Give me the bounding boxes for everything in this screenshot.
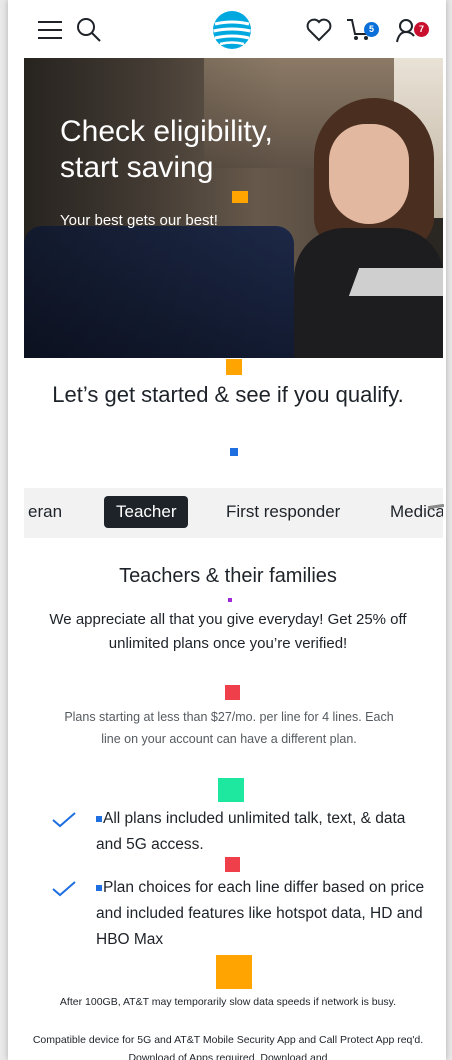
orange-marker <box>232 191 248 203</box>
feature-row: All plans included unlimited talk, text,… <box>52 806 432 858</box>
section-title: Teachers & their families <box>119 565 337 587</box>
feature-text: Plan choices for each line differ based … <box>96 879 425 948</box>
fine-print: Compatible device for 5G and AT&T Mobile… <box>32 1034 424 1060</box>
blue-marker <box>230 448 238 456</box>
feature-text: All plans included unlimited talk, text,… <box>96 810 406 853</box>
section-body: We appreciate all that you give everyday… <box>49 611 407 652</box>
tab-medical[interactable]: Medica <box>390 496 443 528</box>
account-notification-badge: 7 <box>414 22 429 37</box>
tab-first-responder[interactable]: First responder <box>226 496 340 528</box>
red-marker <box>225 857 240 872</box>
search-icon[interactable] <box>76 17 102 43</box>
hamburger-menu-icon[interactable] <box>38 20 62 40</box>
orange-marker <box>216 955 252 989</box>
tab-veteran[interactable]: eran <box>28 496 62 528</box>
att-globe-logo[interactable] <box>212 10 252 50</box>
blue-marker <box>96 815 102 822</box>
cart-count-badge: 5 <box>364 22 379 37</box>
red-marker <box>225 685 240 700</box>
heart-icon[interactable] <box>306 18 332 42</box>
hero-banner: Check eligibility, start saving Your bes… <box>24 58 443 358</box>
orange-marker <box>226 359 242 375</box>
top-nav: 5 7 <box>8 0 446 58</box>
page: 5 7 Check eligibility, start saving Your… <box>8 0 446 1060</box>
blue-marker <box>96 884 102 891</box>
checkmark-icon <box>52 881 76 897</box>
hero-subtitle: Your best gets our best! <box>60 212 218 229</box>
hero-image-laptop <box>348 268 443 296</box>
plans-description: Plans starting at less than $27/mo. per … <box>64 710 394 746</box>
tab-teacher[interactable]: Teacher <box>104 496 189 528</box>
page-heading: Let’s get started & see if you qualify. <box>52 382 404 407</box>
teal-marker <box>218 778 244 802</box>
purple-marker <box>228 598 232 602</box>
hero-title: Check eligibility, start saving <box>60 115 273 184</box>
feature-row: Plan choices for each line differ based … <box>52 875 432 953</box>
fine-print: After 100GB, AT&T may temporarily slow d… <box>59 996 397 1008</box>
audience-tabs: eran Teacher First responder Medica <box>24 488 443 538</box>
hero-overlay <box>24 58 284 358</box>
checkmark-icon <box>52 812 76 828</box>
